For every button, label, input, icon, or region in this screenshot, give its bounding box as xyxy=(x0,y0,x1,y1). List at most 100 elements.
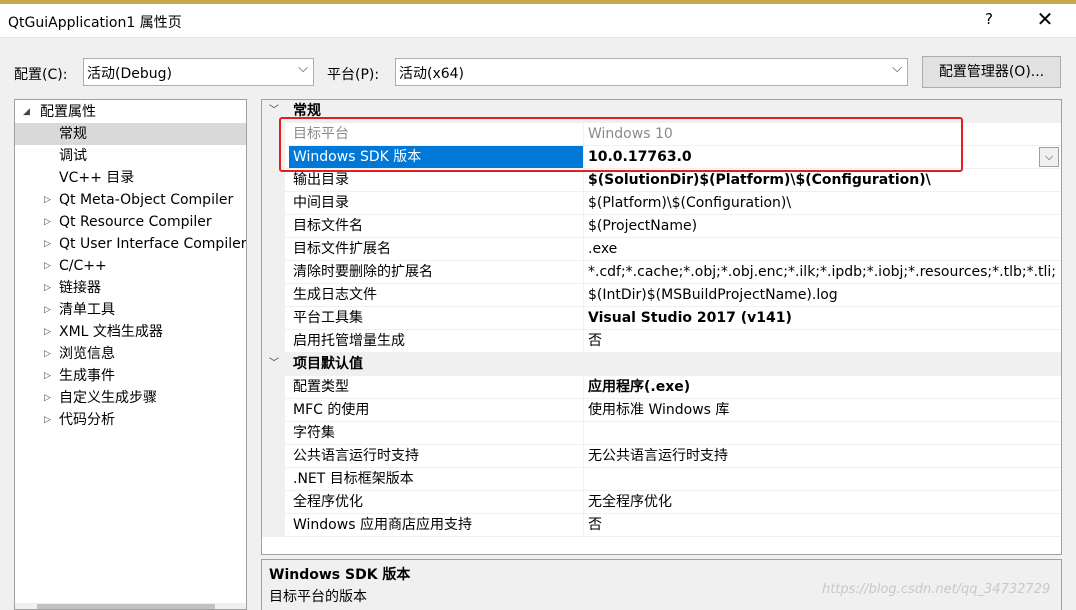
property-row[interactable]: 中间目录 $(Platform)\$(Configuration)\ xyxy=(262,192,1061,215)
row-gutter xyxy=(262,123,285,146)
property-row[interactable]: .NET 目标框架版本 xyxy=(262,468,1061,491)
section-defaults[interactable]: ﹀ 项目默认值 xyxy=(262,353,1061,376)
tree-item-label: 常规 xyxy=(59,126,87,142)
property-value[interactable]: Visual Studio 2017 (v141) xyxy=(588,307,1061,329)
property-row[interactable]: Windows 应用商店应用支持否 xyxy=(262,514,1061,537)
property-name: 启用托管增量生成 xyxy=(293,330,584,352)
row-gutter xyxy=(262,376,285,399)
expanded-triangle-icon: ◢ xyxy=(23,107,30,117)
tree-item[interactable]: ▷ 代码分析 xyxy=(15,409,246,431)
property-value[interactable]: 10.0.17763.0 xyxy=(588,146,1061,168)
tree-item-label: 链接器 xyxy=(59,280,101,296)
tree-item-label: XML 文档生成器 xyxy=(59,324,163,340)
tree-item[interactable]: ▷ 生成事件 xyxy=(15,365,246,387)
tree-item[interactable]: ▷ Qt User Interface Compiler xyxy=(15,233,246,255)
property-row[interactable]: 配置类型 应用程序(.exe) xyxy=(262,376,1061,399)
property-row[interactable]: 目标文件名 $(ProjectName) xyxy=(262,215,1061,238)
config-combo[interactable]: 活动(Debug) ⌵ xyxy=(83,58,314,86)
tree-item-label: 代码分析 xyxy=(59,412,115,428)
close-button[interactable]: ✕ xyxy=(1030,7,1060,31)
property-value[interactable]: $(Platform)\$(Configuration)\ xyxy=(588,192,1061,214)
tree-item[interactable]: VC++ 目录 xyxy=(15,167,246,189)
tree-item[interactable]: ▷ 自定义生成步骤 xyxy=(15,387,246,409)
scrollbar-thumb[interactable] xyxy=(37,604,215,609)
property-value[interactable] xyxy=(588,422,1061,444)
expand-triangle-icon[interactable]: ▷ xyxy=(44,321,51,343)
tree-item[interactable]: ▷ 链接器 xyxy=(15,277,246,299)
expand-triangle-icon[interactable]: ▷ xyxy=(44,343,51,365)
property-name: 目标文件扩展名 xyxy=(293,238,584,260)
property-value[interactable]: *.cdf;*.cache;*.obj;*.obj.enc;*.ilk;*.ip… xyxy=(588,261,1061,283)
tree-item[interactable]: ▷ 清单工具 xyxy=(15,299,246,321)
property-name: 目标文件名 xyxy=(293,215,584,237)
tree-item[interactable]: ▷ C/C++ xyxy=(15,255,246,277)
property-value[interactable]: 无全程序优化 xyxy=(588,491,1061,513)
property-tree[interactable]: ◢ 配置属性 常规调试 VC++ 目录 ▷ Qt Meta-Object Compil… xyxy=(14,99,247,610)
tree-item-label: VC++ 目录 xyxy=(59,170,135,186)
property-row[interactable]: 清除时要删除的扩展名 *.cdf;*.cache;*.obj;*.obj.enc;… xyxy=(262,261,1061,284)
property-value[interactable]: 应用程序(.exe) xyxy=(588,376,1061,398)
property-row[interactable]: Windows SDK 版本 10.0.17763.0 xyxy=(262,146,1061,169)
config-label: 配置(C): xyxy=(14,67,68,83)
property-name: 字符集 xyxy=(293,422,584,444)
property-row[interactable]: 公共语言运行时支持 无公共语言运行时支持 xyxy=(262,445,1061,468)
tree-root[interactable]: ◢ 配置属性 xyxy=(15,101,246,123)
property-row[interactable]: 启用托管增量生成否 xyxy=(262,330,1061,353)
expand-triangle-icon[interactable]: ▷ xyxy=(44,299,51,321)
tree-item[interactable]: 常规 xyxy=(15,123,246,145)
expand-triangle-icon[interactable]: ▷ xyxy=(44,255,51,277)
property-value[interactable]: $(ProjectName) xyxy=(588,215,1061,237)
collapse-chevron-icon[interactable]: ﹀ xyxy=(269,100,279,122)
property-row[interactable]: 输出目录 $(SolutionDir)$(Platform)\$(Configur… xyxy=(262,169,1061,192)
config-combo-value: 活动(Debug) xyxy=(87,66,172,82)
row-gutter xyxy=(262,284,285,307)
property-row[interactable]: 全程序优化 无全程序优化 xyxy=(262,491,1061,514)
help-button[interactable]: ? xyxy=(980,10,998,28)
property-value[interactable]: 否 xyxy=(588,330,1061,352)
property-grid[interactable]: ﹀ 常规 目标平台 Windows 10 Windows SDK 版本 10.0.17… xyxy=(261,99,1062,555)
property-row[interactable]: 生成日志文件 $(IntDir)$(MSBuildProjectName).log xyxy=(262,284,1061,307)
expand-triangle-icon[interactable]: ▷ xyxy=(44,387,51,409)
property-name: 中间目录 xyxy=(293,192,584,214)
property-value[interactable]: Windows 10 xyxy=(588,123,1061,145)
row-gutter xyxy=(262,169,285,192)
property-row[interactable]: 目标平台 Windows 10 xyxy=(262,123,1061,146)
section-label: 常规 xyxy=(293,103,321,119)
expand-triangle-icon[interactable]: ▷ xyxy=(44,277,51,299)
property-value[interactable]: $(IntDir)$(MSBuildProjectName).log xyxy=(588,284,1061,306)
property-row[interactable]: 字符集 xyxy=(262,422,1061,445)
property-name: 全程序优化 xyxy=(293,491,584,513)
chevron-down-icon: ⌵ xyxy=(892,61,902,76)
property-value[interactable]: 无公共语言运行时支持 xyxy=(588,445,1061,467)
expand-triangle-icon[interactable]: ▷ xyxy=(44,189,51,211)
tree-item[interactable]: ▷ XML 文档生成器 xyxy=(15,321,246,343)
sdk-version-dropdown-button[interactable]: ⌵ xyxy=(1039,147,1059,167)
expand-triangle-icon[interactable]: ▷ xyxy=(44,365,51,387)
property-name: 公共语言运行时支持 xyxy=(293,445,584,467)
property-name: 配置类型 xyxy=(293,376,584,398)
property-row[interactable]: MFC 的使用 使用标准 Windows 库 xyxy=(262,399,1061,422)
property-value[interactable]: $(SolutionDir)$(Platform)\$(Configuratio… xyxy=(588,169,1061,191)
section-general[interactable]: ﹀ 常规 xyxy=(262,100,1061,123)
platform-combo[interactable]: 活动(x64) ⌵ xyxy=(395,58,908,86)
collapse-chevron-icon[interactable]: ﹀ xyxy=(269,353,279,375)
tree-item[interactable]: ▷ 浏览信息 xyxy=(15,343,246,365)
horizontal-scrollbar[interactable] xyxy=(15,603,246,609)
tree-item[interactable]: ▷ Qt Resource Compiler xyxy=(15,211,246,233)
property-name: .NET 目标框架版本 xyxy=(293,468,584,490)
property-value[interactable]: 使用标准 Windows 库 xyxy=(588,399,1061,421)
property-value[interactable]: 否 xyxy=(588,514,1061,536)
tree-item[interactable]: 调试 xyxy=(15,145,246,167)
expand-triangle-icon[interactable]: ▷ xyxy=(44,409,51,431)
property-value[interactable]: .exe xyxy=(588,238,1061,260)
property-row[interactable]: 平台工具集 Visual Studio 2017 (v141) xyxy=(262,307,1061,330)
property-value[interactable] xyxy=(588,468,1061,490)
property-name: 平台工具集 xyxy=(293,307,584,329)
expand-triangle-icon[interactable]: ▷ xyxy=(44,211,51,233)
property-row[interactable]: 目标文件扩展名 .exe xyxy=(262,238,1061,261)
tree-item[interactable]: ▷ Qt Meta-Object Compiler xyxy=(15,189,246,211)
expand-triangle-icon[interactable]: ▷ xyxy=(44,233,51,255)
row-gutter xyxy=(262,422,285,445)
config-manager-button[interactable]: 配置管理器(O)... xyxy=(922,56,1061,88)
description-title: Windows SDK 版本 xyxy=(269,567,411,583)
